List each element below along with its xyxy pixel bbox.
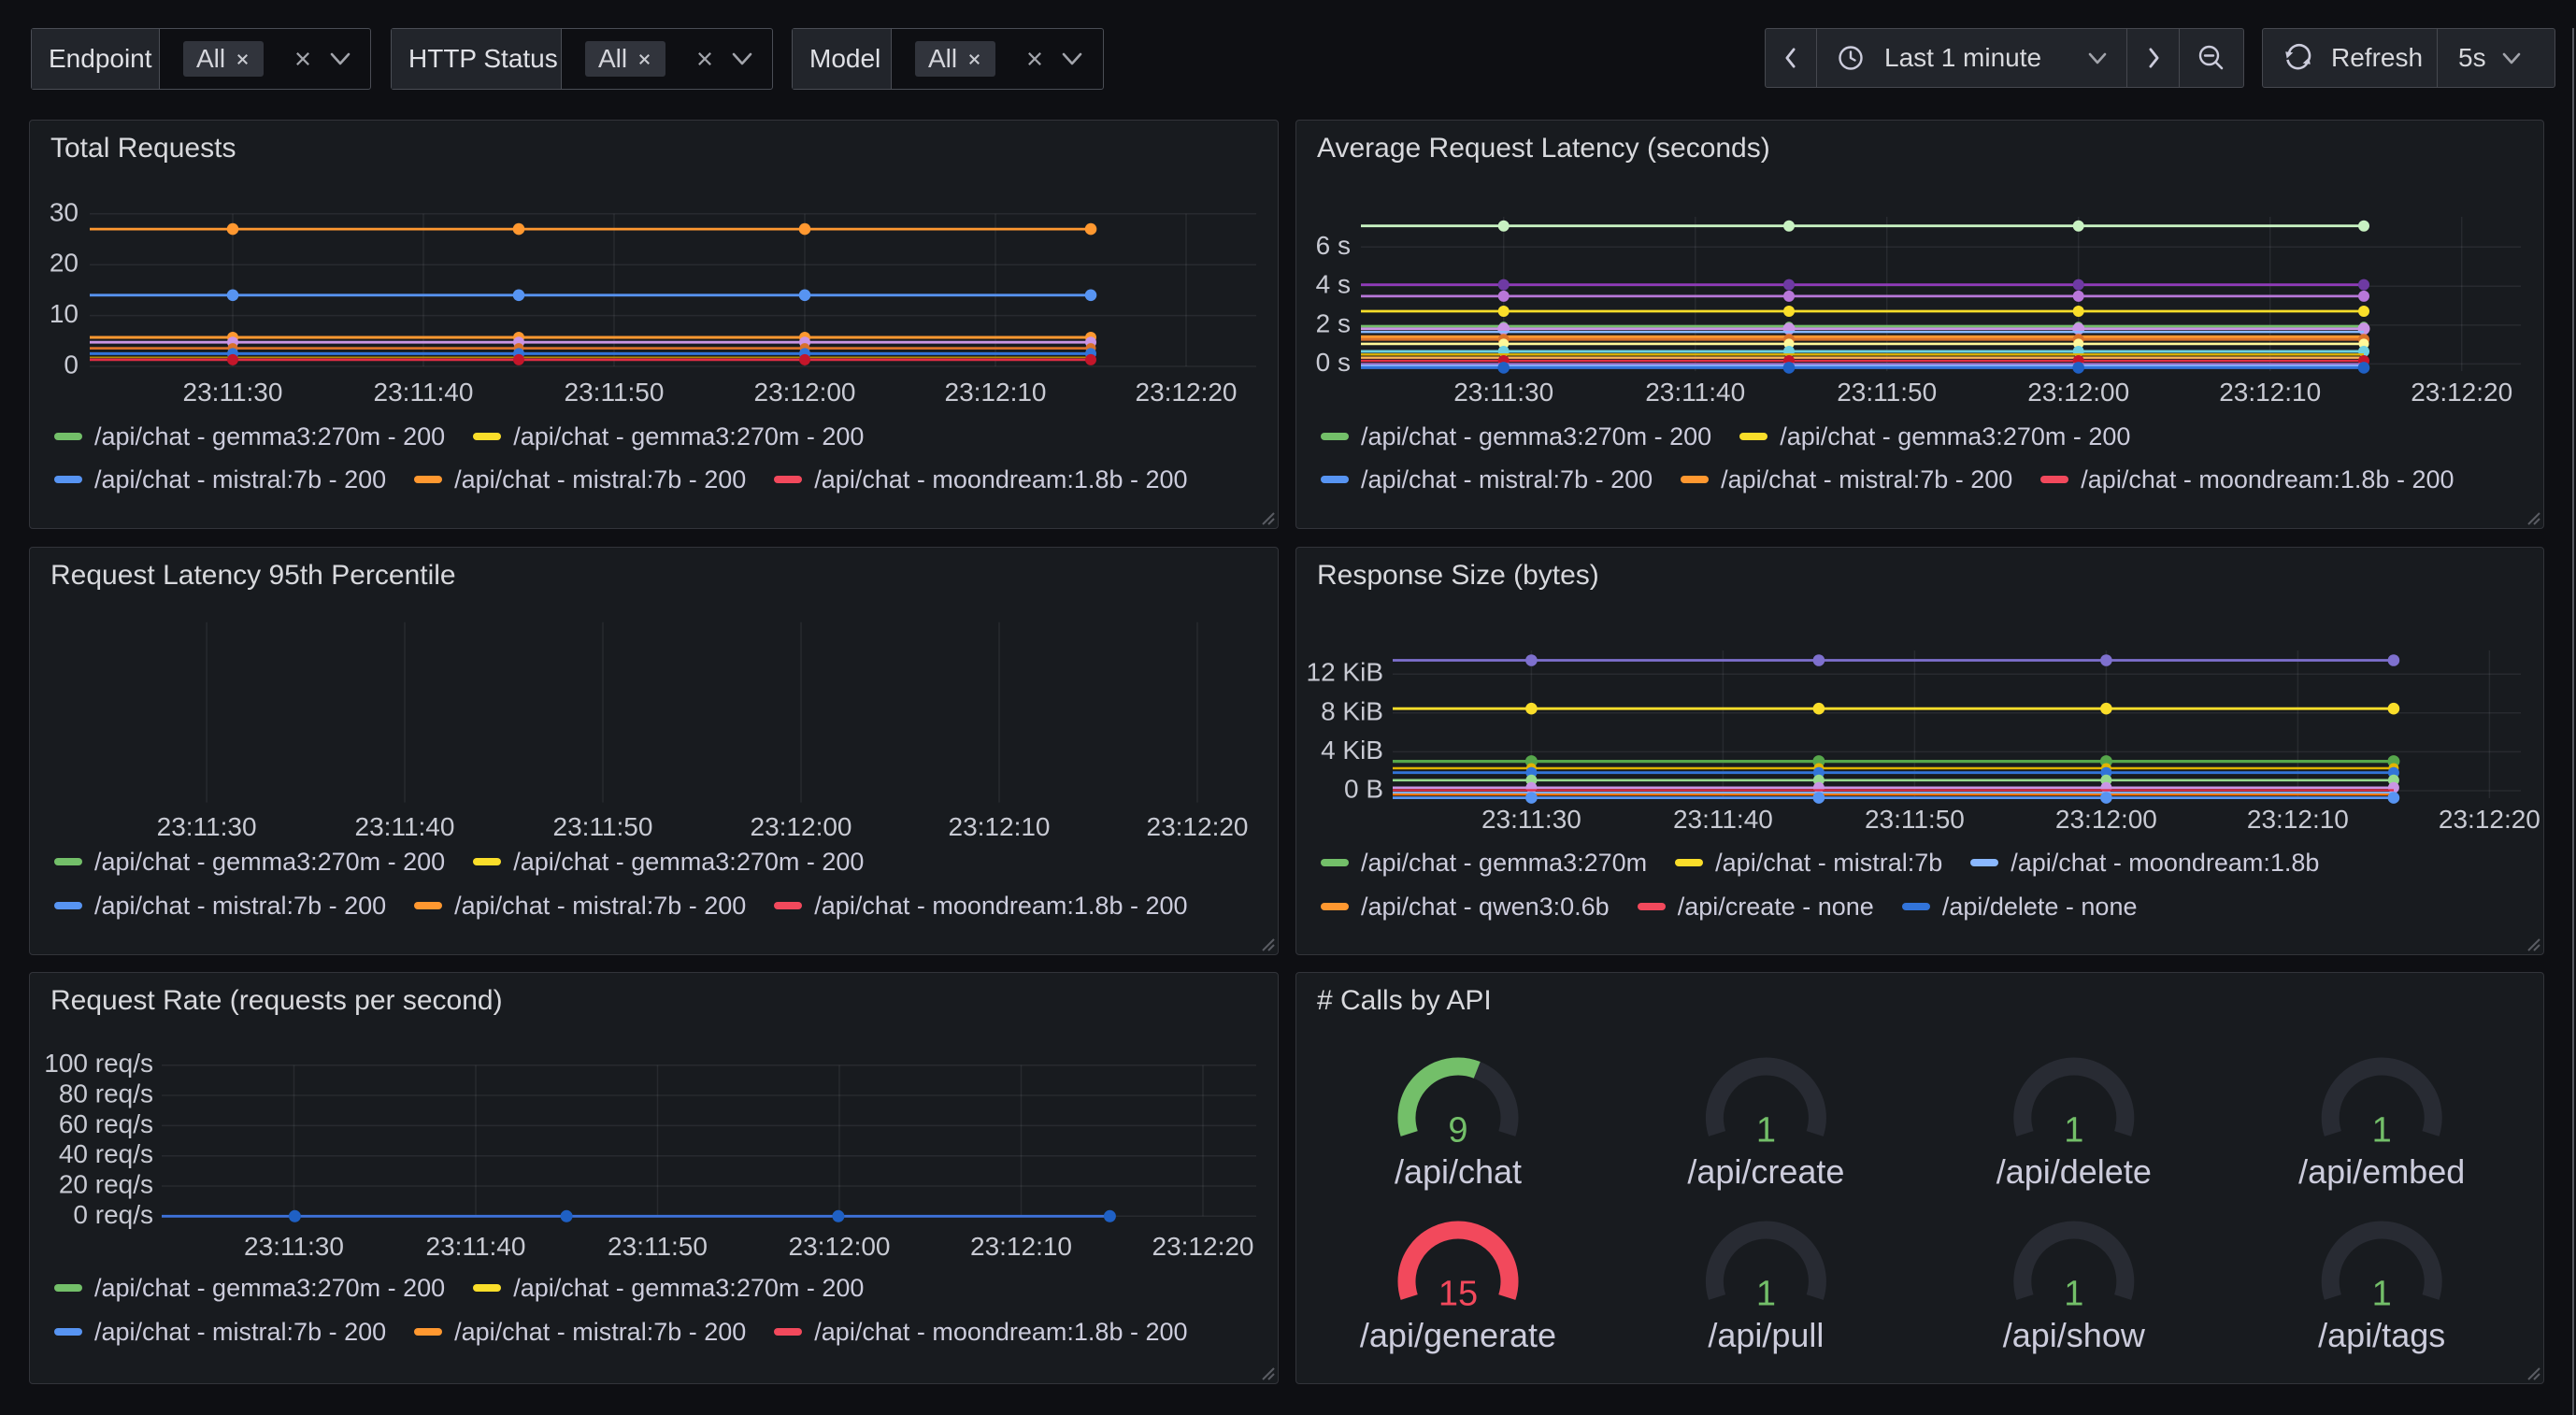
svg-text:23:12:20: 23:12:20 xyxy=(1147,812,1249,841)
svg-text:/api/embed: /api/embed xyxy=(2298,1152,2465,1191)
svg-text:23:12:20: 23:12:20 xyxy=(2439,805,2540,834)
svg-text:23:12:00: 23:12:00 xyxy=(2055,805,2157,834)
svg-text:15: 15 xyxy=(1438,1275,1478,1314)
svg-text:20 req/s: 20 req/s xyxy=(59,1170,153,1199)
svg-text:1: 1 xyxy=(2372,1275,2392,1314)
svg-text:23:11:30: 23:11:30 xyxy=(157,812,257,841)
svg-text:10: 10 xyxy=(50,299,79,328)
svg-text:23:12:00: 23:12:00 xyxy=(2027,378,2129,407)
svg-text:23:11:40: 23:11:40 xyxy=(1673,805,1773,834)
svg-text:23:11:30: 23:11:30 xyxy=(1453,378,1553,407)
svg-text:0 s: 0 s xyxy=(1316,348,1351,377)
svg-text:23:12:00: 23:12:00 xyxy=(754,378,856,407)
svg-text:23:11:50: 23:11:50 xyxy=(1837,378,1937,407)
svg-text:23:11:50: 23:11:50 xyxy=(565,378,665,407)
svg-text:0 req/s: 0 req/s xyxy=(73,1200,153,1229)
svg-text:4 s: 4 s xyxy=(1316,270,1351,299)
svg-text:23:12:10: 23:12:10 xyxy=(945,378,1047,407)
svg-text:0 B: 0 B xyxy=(1344,775,1383,804)
svg-text:23:12:10: 23:12:10 xyxy=(2219,378,2321,407)
svg-text:60 req/s: 60 req/s xyxy=(59,1109,153,1138)
svg-text:23:11:40: 23:11:40 xyxy=(355,812,455,841)
svg-text:23:11:30: 23:11:30 xyxy=(1481,805,1581,834)
svg-text:23:11:30: 23:11:30 xyxy=(244,1232,344,1261)
svg-text:1: 1 xyxy=(2064,1275,2083,1314)
svg-text:23:11:40: 23:11:40 xyxy=(1645,378,1745,407)
svg-text:0: 0 xyxy=(64,350,79,379)
svg-text:23:11:50: 23:11:50 xyxy=(1865,805,1965,834)
svg-text:23:12:20: 23:12:20 xyxy=(1136,378,1238,407)
svg-text:/api/show: /api/show xyxy=(2003,1316,2146,1354)
svg-text:12 KiB: 12 KiB xyxy=(1307,658,1384,687)
svg-text:1: 1 xyxy=(2372,1111,2392,1151)
svg-text:6 s: 6 s xyxy=(1316,231,1351,260)
svg-text:40 req/s: 40 req/s xyxy=(59,1139,153,1168)
svg-text:23:12:00: 23:12:00 xyxy=(751,812,852,841)
svg-text:20: 20 xyxy=(50,249,79,278)
svg-text:100 req/s: 100 req/s xyxy=(44,1049,153,1078)
svg-text:4 KiB: 4 KiB xyxy=(1321,736,1383,765)
svg-text:23:11:50: 23:11:50 xyxy=(608,1232,708,1261)
svg-text:2 s: 2 s xyxy=(1316,308,1351,337)
svg-text:/api/generate: /api/generate xyxy=(1360,1316,1556,1354)
svg-text:9: 9 xyxy=(1448,1111,1467,1151)
svg-text:1: 1 xyxy=(1756,1275,1776,1314)
svg-text:1: 1 xyxy=(2064,1111,2083,1151)
svg-text:23:11:40: 23:11:40 xyxy=(374,378,474,407)
svg-text:/api/tags: /api/tags xyxy=(2318,1316,2445,1354)
svg-text:1: 1 xyxy=(1756,1111,1776,1151)
svg-text:23:12:10: 23:12:10 xyxy=(970,1232,1072,1261)
svg-text:/api/delete: /api/delete xyxy=(1996,1152,2152,1191)
svg-text:23:11:50: 23:11:50 xyxy=(553,812,653,841)
svg-text:23:12:10: 23:12:10 xyxy=(2247,805,2349,834)
svg-text:23:12:00: 23:12:00 xyxy=(789,1232,891,1261)
svg-text:23:11:30: 23:11:30 xyxy=(183,378,283,407)
svg-text:23:12:20: 23:12:20 xyxy=(2411,378,2512,407)
svg-text:8 KiB: 8 KiB xyxy=(1321,696,1383,725)
svg-text:/api/pull: /api/pull xyxy=(1708,1316,1824,1354)
svg-text:/api/chat: /api/chat xyxy=(1395,1152,1522,1191)
svg-text:23:12:20: 23:12:20 xyxy=(1152,1232,1254,1261)
svg-text:/api/create: /api/create xyxy=(1687,1152,1844,1191)
svg-text:30: 30 xyxy=(50,197,79,226)
svg-text:80 req/s: 80 req/s xyxy=(59,1079,153,1108)
svg-text:23:11:40: 23:11:40 xyxy=(426,1232,526,1261)
svg-text:23:12:10: 23:12:10 xyxy=(949,812,1051,841)
